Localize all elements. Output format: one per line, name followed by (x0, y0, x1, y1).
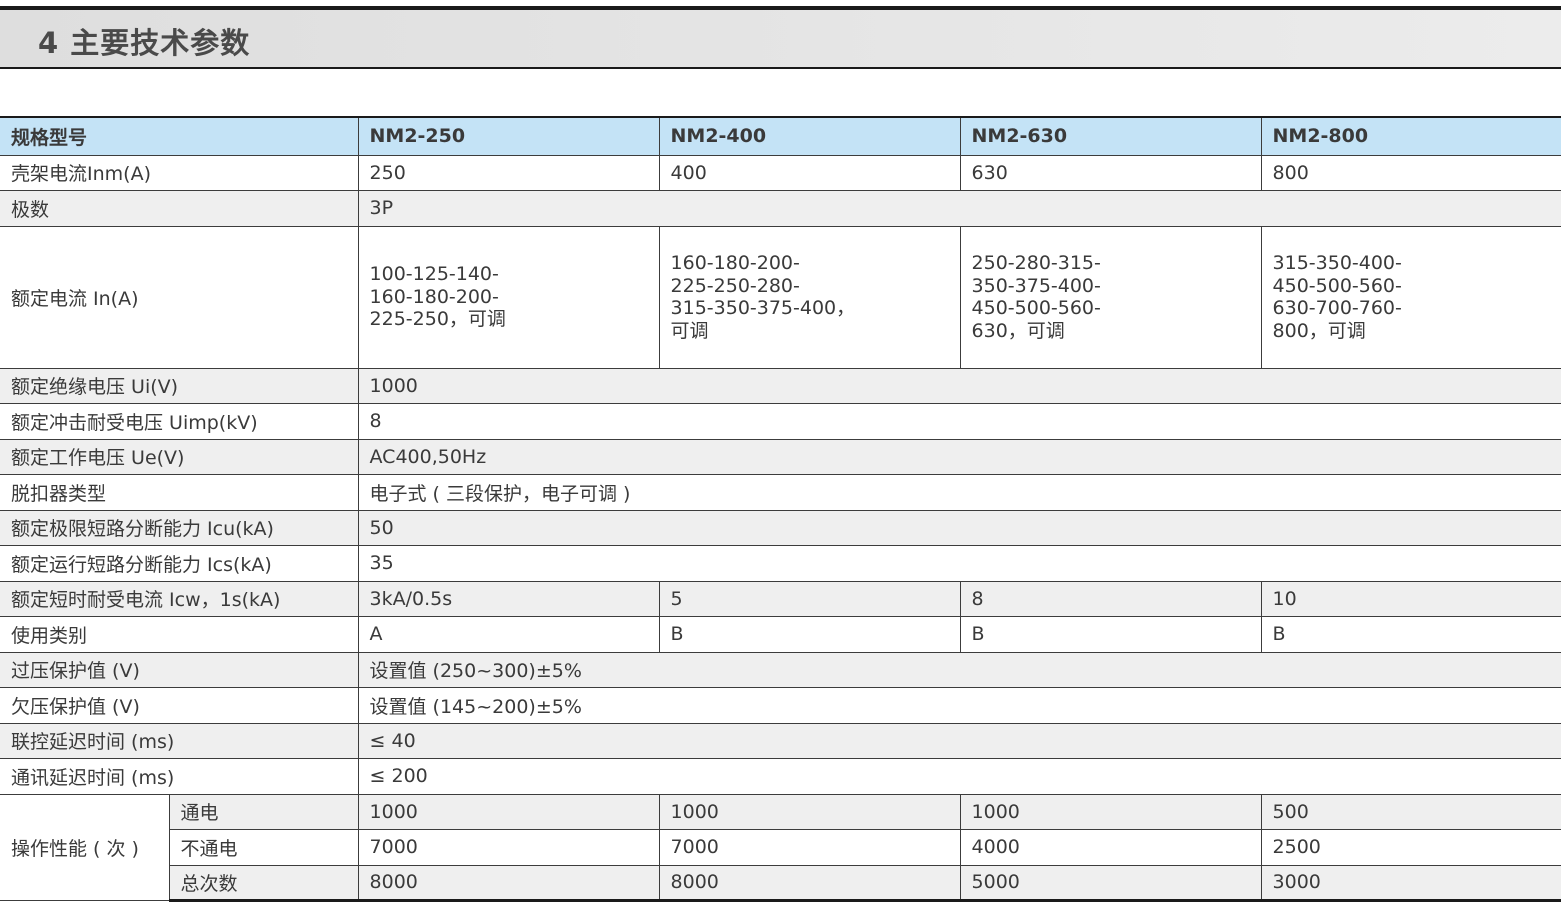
row-label: 通讯延迟时间 (ms) (0, 758, 359, 795)
cell-value: 160-180-200- 225-250-280- 315-350-375-400，… (659, 226, 961, 369)
table-row: 额定短时耐受电流 Icw，1s(kA) 3kA/0.5s 5 8 10 (0, 581, 1562, 617)
cell-value: 2500 (1261, 829, 1562, 866)
cell-value: 500 (1261, 794, 1562, 830)
header-label: 规格型号 (0, 116, 359, 156)
cell-value: 315-350-400- 450-500-560- 630-700-760- 800，… (1261, 226, 1562, 369)
cell-value: 3kA/0.5s (358, 581, 660, 617)
row-label: 额定极限短路分断能力 Icu(kA) (0, 510, 359, 546)
cell-value: ≤ 200 (358, 758, 1562, 795)
row-label: 使用类别 (0, 616, 359, 653)
table-row: 极数 3P (0, 190, 1562, 227)
cell-value: 设置值 (145~200)±5% (358, 687, 1562, 724)
row-label: 额定短时耐受电流 Icw，1s(kA) (0, 581, 359, 617)
row-label: 额定电流 In(A) (0, 226, 359, 369)
table-row: 额定极限短路分断能力 Icu(kA) 50 (0, 510, 1562, 546)
row-label: 壳架电流Inm(A) (0, 155, 359, 191)
section-header: 4 主要技术参数 (0, 10, 1561, 69)
sub-row-label: 不通电 (169, 829, 359, 866)
cell-value: 100-125-140- 160-180-200- 225-250，可调 (358, 226, 660, 369)
cell-value: 5 (659, 581, 961, 617)
table-row: 额定电流 In(A) 100-125-140- 160-180-200- 225-2… (0, 226, 1562, 369)
cell-value: 400 (659, 155, 961, 191)
cell-value: 7000 (358, 829, 660, 866)
cell-value: 1000 (358, 368, 1562, 404)
table-row: 壳架电流Inm(A) 250 400 630 800 (0, 155, 1562, 191)
cell-value: 4000 (960, 829, 1262, 866)
table-row: 使用类别 A B B B (0, 616, 1562, 653)
table-row: 总次数 8000 8000 5000 3000 (0, 865, 1562, 902)
table-row: 过压保护值 (V) 设置值 (250~300)±5% (0, 652, 1562, 688)
cell-value: 电子式 ( 三段保护，电子可调 ) (358, 474, 1562, 511)
cell-value: 8000 (659, 865, 961, 902)
cell-value: AC400,50Hz (358, 439, 1562, 475)
row-label: 额定绝缘电压 Ui(V) (0, 368, 359, 404)
cell-value: 630 (960, 155, 1262, 191)
header-model: NM2-630 (960, 116, 1262, 156)
cell-value: A (358, 616, 660, 653)
cell-value: 8 (358, 403, 1562, 440)
table-row: 联控延迟时间 (ms) ≤ 40 (0, 723, 1562, 759)
header-model: NM2-400 (659, 116, 961, 156)
cell-value: 800 (1261, 155, 1562, 191)
cell-value: 35 (358, 545, 1562, 582)
cell-value: 7000 (659, 829, 961, 866)
row-label: 联控延迟时间 (ms) (0, 723, 359, 759)
header-model: NM2-800 (1261, 116, 1562, 156)
table-row: 额定冲击耐受电压 Uimp(kV) 8 (0, 403, 1562, 440)
table-row: 操作性能 ( 次 ) 通电 1000 1000 1000 500 (0, 794, 1562, 901)
cell-value: 10 (1261, 581, 1562, 617)
cell-value: 50 (358, 510, 1562, 546)
cell-value: 3P (358, 190, 1562, 227)
cell-value: 250 (358, 155, 660, 191)
cell-value: 1000 (659, 794, 961, 830)
table-row: 欠压保护值 (V) 设置值 (145~200)±5% (0, 687, 1562, 724)
cell-value: 5000 (960, 865, 1262, 902)
table-row: 额定绝缘电压 Ui(V) 1000 (0, 368, 1562, 404)
cell-value: 8000 (358, 865, 660, 902)
row-label: 脱扣器类型 (0, 474, 359, 511)
table-row: 额定工作电压 Ue(V) AC400,50Hz (0, 439, 1562, 475)
row-label: 过压保护值 (V) (0, 652, 359, 688)
cell-value: 8 (960, 581, 1262, 617)
table-row: 脱扣器类型 电子式 ( 三段保护，电子可调 ) (0, 474, 1562, 511)
cell-value: B (1261, 616, 1562, 653)
row-label: 额定工作电压 Ue(V) (0, 439, 359, 475)
row-label: 欠压保护值 (V) (0, 687, 359, 724)
sub-row-label: 通电 (169, 794, 359, 830)
cell-value: 设置值 (250~300)±5% (358, 652, 1562, 688)
header-model: NM2-250 (358, 116, 660, 156)
table-header-row: 规格型号 NM2-250 NM2-400 NM2-630 NM2-800 (0, 116, 1562, 156)
cell-value: 1000 (358, 794, 660, 830)
row-label: 额定冲击耐受电压 Uimp(kV) (0, 403, 359, 440)
row-label: 额定运行短路分断能力 Ics(kA) (0, 545, 359, 582)
row-label: 极数 (0, 190, 359, 227)
spec-table: 规格型号 NM2-250 NM2-400 NM2-630 NM2-800 壳架电… (0, 116, 1562, 902)
operation-label: 操作性能 ( 次 ) (0, 794, 170, 901)
table-row: 额定运行短路分断能力 Ics(kA) 35 (0, 545, 1562, 582)
cell-value: 250-280-315- 350-375-400- 450-500-560- 630，… (960, 226, 1262, 369)
cell-value: ≤ 40 (358, 723, 1562, 759)
table-row: 通讯延迟时间 (ms) ≤ 200 (0, 758, 1562, 795)
cell-value: B (960, 616, 1262, 653)
table-row: 不通电 7000 7000 4000 2500 (0, 829, 1562, 866)
sub-row-label: 总次数 (169, 865, 359, 902)
section-title: 4 主要技术参数 (38, 26, 251, 60)
cell-value: 3000 (1261, 865, 1562, 902)
cell-value: 1000 (960, 794, 1262, 830)
cell-value: B (659, 616, 961, 653)
